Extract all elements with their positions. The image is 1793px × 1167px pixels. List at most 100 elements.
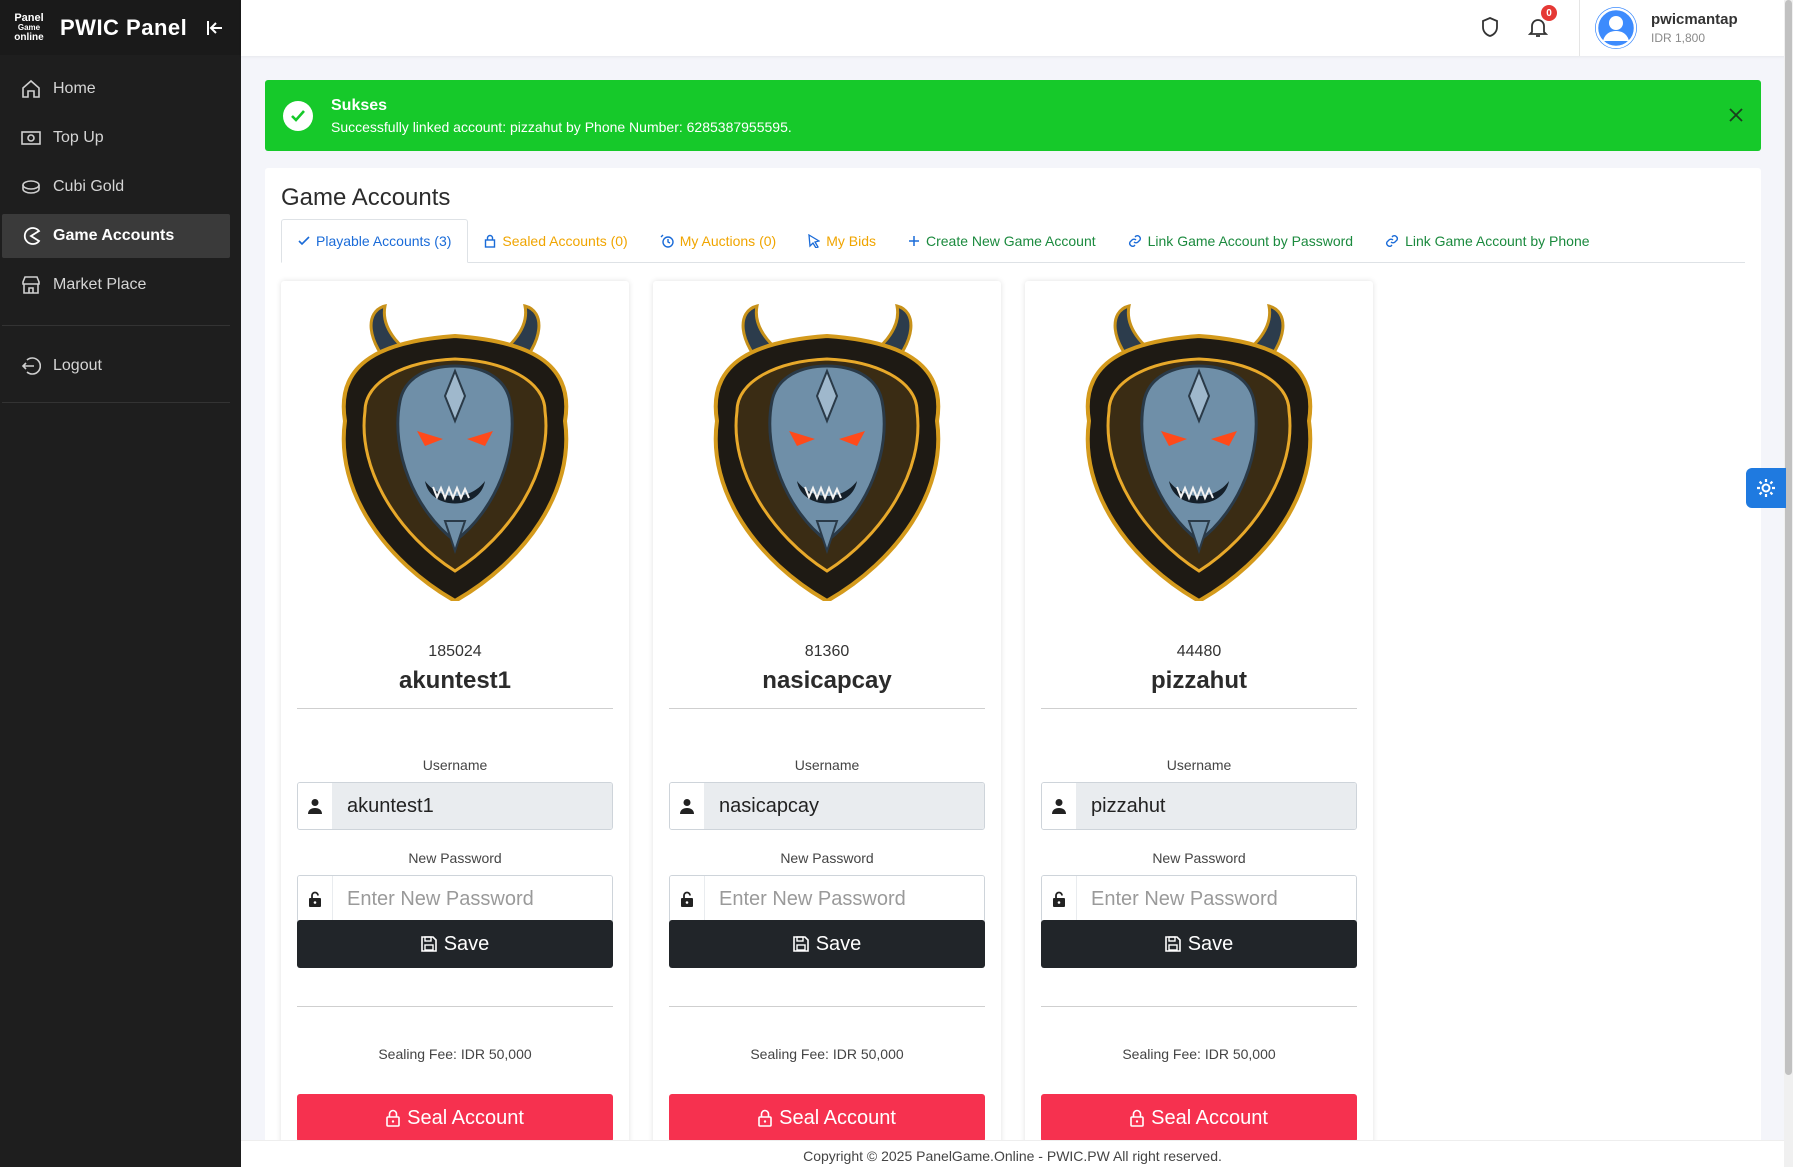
notification-bell-icon[interactable]: 0: [1525, 5, 1557, 40]
sidebar-item-top-up[interactable]: Top Up: [2, 116, 230, 160]
seal-account-button[interactable]: Seal Account: [669, 1094, 985, 1142]
tab-label: My Bids: [826, 232, 876, 249]
sidebar-item-game-accounts[interactable]: Game Accounts: [2, 214, 230, 258]
lock-icon: [1130, 1109, 1144, 1127]
account-tabs: Playable Accounts (3) Sealed Accounts (0…: [281, 219, 1745, 263]
sidebar-item-label: Cubi Gold: [53, 178, 125, 195]
user-menu[interactable]: pwicmantap IDR 1,800: [1579, 0, 1775, 56]
user-icon: [670, 783, 705, 829]
tab-create-new-game-account[interactable]: Create New Game Account: [892, 219, 1112, 262]
check-icon: [298, 235, 310, 247]
game-accounts-panel: Game Accounts Playable Accounts (3) Seal…: [265, 168, 1761, 1167]
logout-icon: [20, 355, 42, 377]
new-password-label: New Password: [1152, 850, 1246, 866]
sidebar-item-cubi-gold[interactable]: Cubi Gold: [2, 165, 230, 209]
username-field[interactable]: [705, 783, 984, 829]
link-icon: [1385, 234, 1399, 248]
seal-account-button[interactable]: Seal Account: [1041, 1094, 1357, 1142]
coin-icon: [20, 176, 42, 198]
tab-label: Sealed Accounts (0): [502, 232, 628, 249]
tab-label: Create New Game Account: [925, 232, 1096, 249]
account-card: 44480 pizzahut Username New Password Sav…: [1025, 281, 1373, 1167]
lock-icon: [386, 1109, 400, 1127]
username-field[interactable]: [333, 783, 612, 829]
copyright-text: Copyright © 2025 PanelGame.Online - PWIC…: [803, 1148, 1222, 1164]
new-password-field[interactable]: [705, 876, 984, 922]
account-id: 81360: [804, 643, 850, 660]
username-label: Username: [794, 757, 860, 773]
new-password-field[interactable]: [1077, 876, 1356, 922]
brand-logo-line: online: [14, 31, 44, 43]
scrollbar-thumb[interactable]: [1785, 0, 1792, 1075]
username-label: Username: [1166, 757, 1232, 773]
sidebar-item-market-place[interactable]: Market Place: [2, 263, 230, 307]
tab-sealed-accounts[interactable]: Sealed Accounts (0): [468, 219, 643, 262]
password-input-group: [669, 875, 985, 923]
tab-label: Link Game Account by Phone: [1405, 232, 1590, 249]
sidebar-item-home[interactable]: Home: [2, 67, 230, 111]
seal-label: Seal Account: [1151, 1106, 1268, 1129]
tab-playable-accounts[interactable]: Playable Accounts (3): [281, 219, 469, 263]
brand-logo-line: Game: [17, 22, 41, 32]
seal-label: Seal Account: [407, 1106, 524, 1129]
shield-icon[interactable]: [1477, 14, 1503, 40]
collapse-sidebar-icon[interactable]: [205, 18, 225, 38]
brand-name: PWIC Panel: [60, 14, 188, 40]
tab-link-by-password[interactable]: Link Game Account by Password: [1112, 219, 1369, 262]
seal-label: Seal Account: [779, 1106, 896, 1129]
save-label: Save: [1187, 932, 1234, 955]
unlock-icon: [670, 876, 705, 922]
unlock-icon: [1042, 876, 1077, 922]
tab-link-by-phone[interactable]: Link Game Account by Phone: [1369, 219, 1605, 262]
settings-gear-icon[interactable]: [1746, 468, 1786, 508]
username-input-group: [669, 782, 985, 830]
alert-title: Sukses: [331, 96, 388, 114]
account-name: akuntest1: [398, 667, 512, 694]
seal-account-button[interactable]: Seal Account: [297, 1094, 613, 1142]
brand: Panel Game online PWIC Panel: [0, 0, 241, 55]
user-balance: IDR 1,800: [1651, 31, 1706, 45]
brand-logo[interactable]: Panel Game online: [8, 11, 50, 45]
pacman-icon: [20, 225, 42, 247]
user-icon: [1042, 783, 1077, 829]
sidebar-item-label: Home: [53, 80, 96, 97]
save-button[interactable]: Save: [669, 920, 985, 968]
topbar: 0 pwicmantap IDR 1,800: [241, 0, 1793, 56]
new-password-field[interactable]: [333, 876, 612, 922]
tab-label: Playable Accounts (3): [316, 233, 452, 249]
auction-icon: [660, 234, 674, 248]
sidebar-item-logout[interactable]: Logout: [2, 344, 230, 388]
demon-avatar-image: [1069, 301, 1329, 604]
username-field[interactable]: [1077, 783, 1356, 829]
save-button[interactable]: Save: [1041, 920, 1357, 968]
divider: [669, 708, 985, 709]
new-password-label: New Password: [780, 850, 874, 866]
sidebar: Panel Game online PWIC Panel Home Top Up…: [0, 0, 241, 1167]
notification-count-badge: 0: [1541, 5, 1557, 21]
save-label: Save: [443, 932, 490, 955]
close-icon[interactable]: [1725, 104, 1747, 126]
lock-icon: [758, 1109, 772, 1127]
money-icon: [20, 127, 42, 149]
demon-avatar-image: [325, 301, 585, 604]
user-name: pwicmantap: [1651, 11, 1738, 28]
username-input-group: [1041, 782, 1357, 830]
floppy-disk-icon: [1164, 936, 1181, 952]
tab-my-bids[interactable]: My Bids: [792, 219, 892, 262]
plus-icon: [908, 235, 920, 247]
sealing-fee: Sealing Fee: IDR 50,000: [1122, 1046, 1276, 1062]
brand-logo-line: Panel: [14, 11, 44, 24]
password-input-group: [1041, 875, 1357, 923]
page-scrollbar[interactable]: [1784, 0, 1793, 1167]
tab-my-auctions[interactable]: My Auctions (0): [644, 219, 792, 262]
check-circle-icon: [283, 100, 313, 131]
alert-message: Successfully linked account: pizzahut by…: [331, 118, 792, 135]
save-button[interactable]: Save: [297, 920, 613, 968]
sealing-fee: Sealing Fee: IDR 50,000: [378, 1046, 532, 1062]
store-icon: [20, 274, 42, 296]
home-icon: [20, 78, 42, 100]
demon-avatar-image: [697, 301, 957, 604]
save-label: Save: [815, 932, 862, 955]
divider: [297, 1006, 613, 1007]
account-card: 81360 nasicapcay Username New Password S…: [653, 281, 1001, 1167]
